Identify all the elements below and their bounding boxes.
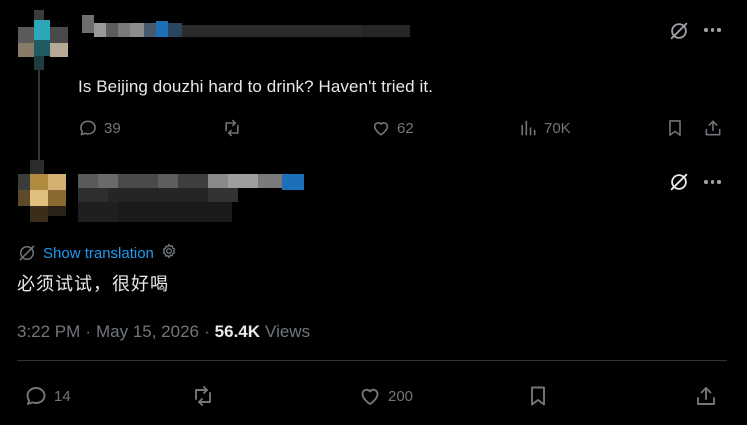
like-icon [361, 388, 379, 405]
views-count: 70K [544, 119, 571, 137]
reply-button[interactable]: 39 [78, 118, 121, 138]
meta-separator: · [204, 322, 210, 341]
retweet-button[interactable] [222, 118, 242, 138]
translate-icon [19, 245, 35, 261]
retweet-icon [195, 386, 211, 406]
views-label: Views [265, 322, 311, 341]
reply-count: 14 [54, 387, 71, 405]
show-translation[interactable]: Show translation [17, 242, 178, 264]
like-button[interactable]: 62 [371, 118, 414, 138]
views-icon [521, 120, 536, 136]
views-button[interactable]: 70K [518, 118, 571, 138]
tweet-date[interactable]: May 15, 2026 [96, 322, 199, 342]
main-tweet-text: 必须试试，很好喝 [17, 274, 169, 295]
tweet-time[interactable]: 3:22 PM [17, 322, 80, 342]
views-count: 56.4K [214, 322, 261, 341]
reply-count: 39 [104, 119, 121, 137]
reply-icon [26, 387, 46, 405]
share-button[interactable] [703, 118, 723, 138]
like-icon [373, 122, 389, 136]
divider [17, 360, 727, 361]
like-count: 62 [397, 119, 414, 137]
bookmark-icon [531, 386, 545, 406]
reply-button[interactable]: 14 [24, 384, 71, 408]
bookmark-icon [669, 120, 681, 136]
like-count: 200 [388, 387, 414, 405]
reply-icon [80, 120, 96, 136]
more-icon[interactable] [704, 28, 721, 32]
bookmark-button[interactable] [665, 118, 685, 138]
share-icon [705, 120, 721, 136]
like-button[interactable]: 200 [358, 384, 413, 408]
share-icon [697, 387, 715, 405]
show-translation-label[interactable]: Show translation [43, 245, 154, 262]
more-icon[interactable] [704, 180, 721, 184]
retweet-button[interactable] [191, 384, 215, 408]
thread-line [38, 66, 40, 174]
meta-separator: · [85, 322, 91, 341]
gear-icon[interactable] [160, 242, 178, 264]
grok-icon[interactable] [668, 171, 690, 193]
bookmark-button[interactable] [526, 384, 550, 408]
tweet-meta: 3:22 PM · May 15, 2026 · 56.4K Views [17, 322, 310, 342]
reply-tweet-text: Is Beijing douzhi hard to drink? Haven't… [78, 77, 434, 96]
retweet-icon [225, 119, 239, 137]
share-button[interactable] [694, 384, 718, 408]
grok-icon[interactable] [668, 20, 690, 42]
